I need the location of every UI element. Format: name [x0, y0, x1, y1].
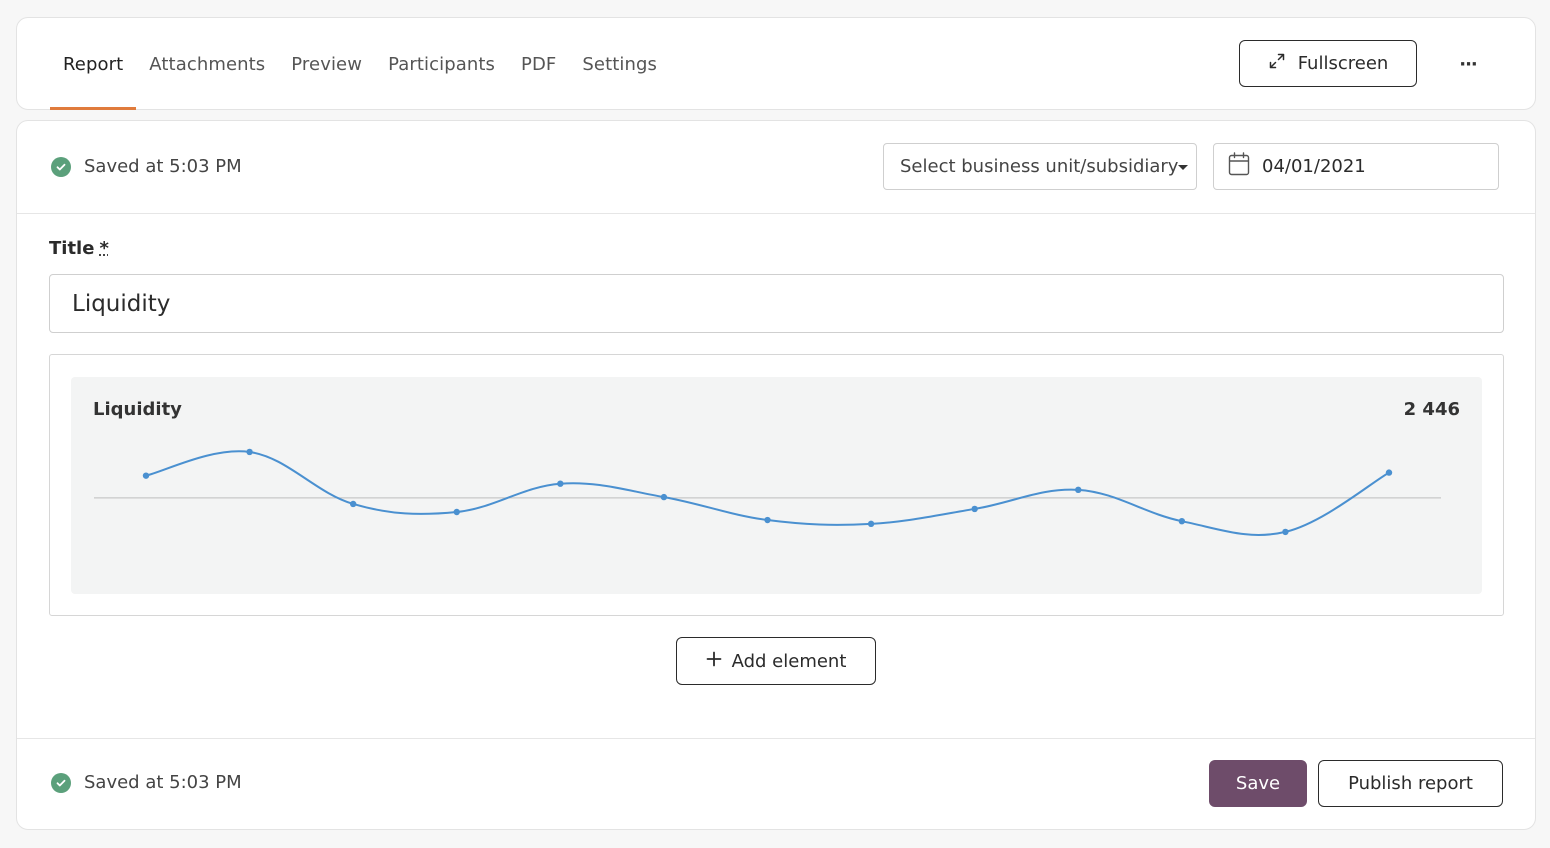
liquidity-chart-widget: Liquidity 2 446: [71, 377, 1482, 594]
title-label-text: Title: [49, 238, 95, 259]
more-options-button[interactable]: ···: [1451, 50, 1485, 78]
chart-element[interactable]: Liquidity 2 446: [49, 354, 1504, 616]
chart-point-8: [867, 520, 875, 528]
save-status-text: Saved at 5:03 PM: [84, 156, 242, 177]
chart-point-10: [1075, 486, 1082, 494]
tab-preview[interactable]: Preview: [278, 18, 375, 110]
tab-list: Report Attachments Preview Participants …: [50, 18, 670, 110]
chart-point-3: [349, 500, 357, 508]
tab-attachments[interactable]: Attachments: [136, 18, 278, 110]
chart-point-11: [1178, 517, 1186, 525]
footer-save-status: Saved at 5:03 PM: [51, 772, 242, 793]
save-button[interactable]: Save: [1209, 760, 1307, 807]
liquidity-line-chart: [94, 448, 1441, 536]
report-tab-bar: Report Attachments Preview Participants …: [16, 17, 1536, 110]
footer-save-status-text: Saved at 5:03 PM: [84, 772, 242, 793]
save-status: Saved at 5:03 PM: [51, 156, 242, 177]
chart-point-5: [557, 480, 564, 487]
required-marker: *: [99, 238, 109, 259]
chart-point-1: [142, 472, 150, 479]
header-divider: [17, 213, 1535, 214]
chart-point-2: [246, 448, 253, 456]
chart-point-6: [660, 493, 668, 501]
title-input[interactable]: [49, 274, 1504, 333]
more-horizontal-icon: ···: [1459, 53, 1477, 75]
chart-point-13: [1385, 469, 1393, 476]
chart-point-7: [764, 516, 771, 524]
expand-arrows-icon: [1268, 52, 1286, 75]
calendar-icon: [1228, 152, 1250, 181]
report-date-value: 04/01/2021: [1262, 156, 1366, 177]
plus-icon: [706, 651, 722, 672]
report-editor-card: Saved at 5:03 PM Select business unit/su…: [16, 120, 1536, 830]
tab-report[interactable]: Report: [50, 18, 137, 110]
tab-settings[interactable]: Settings: [569, 18, 670, 110]
fullscreen-button[interactable]: Fullscreen: [1239, 40, 1417, 87]
caret-down-icon: [1178, 165, 1188, 170]
add-element-label: Add element: [731, 650, 847, 672]
footer-divider: [17, 738, 1535, 739]
tab-participants[interactable]: Participants: [375, 18, 508, 110]
publish-report-button[interactable]: Publish report: [1318, 760, 1503, 807]
report-date-field[interactable]: 04/01/2021: [1213, 143, 1499, 190]
title-field-label: Title *: [49, 238, 109, 259]
tab-pdf[interactable]: PDF: [508, 18, 569, 110]
chart-point-9: [971, 505, 978, 513]
check-circle-icon: [51, 772, 71, 793]
business-unit-select[interactable]: Select business unit/subsidiary: [883, 143, 1197, 190]
check-circle-icon: [51, 156, 71, 177]
chart-point-4: [453, 508, 460, 516]
fullscreen-label: Fullscreen: [1297, 53, 1389, 74]
add-element-button[interactable]: Add element: [676, 637, 876, 685]
chart-point-12: [1282, 528, 1289, 536]
business-unit-placeholder: Select business unit/subsidiary: [900, 156, 1179, 177]
